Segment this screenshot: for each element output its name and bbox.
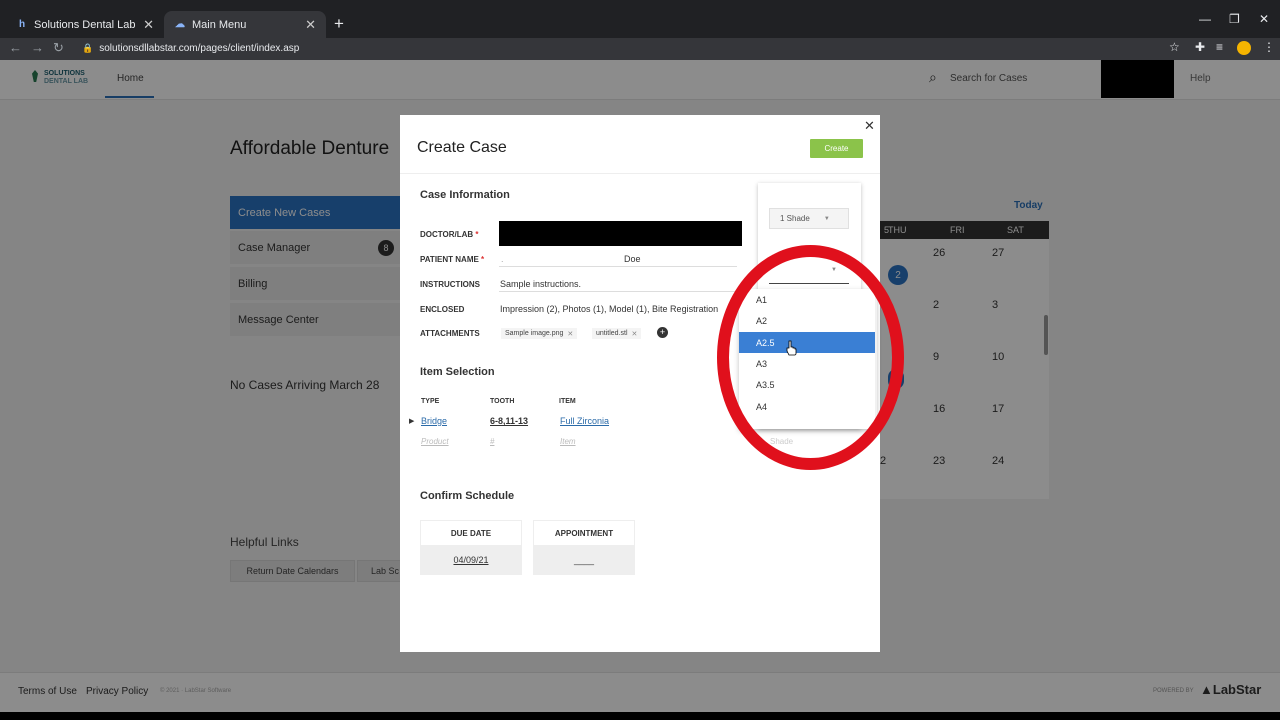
field-underline: [499, 266, 737, 267]
modal-title: Create Case: [417, 139, 507, 156]
attachments-label: ATTACHMENTS: [420, 329, 480, 338]
attachment-chip[interactable]: Sample image.png ✕: [501, 328, 578, 339]
bookmark-star-icon[interactable]: ☆: [1169, 40, 1180, 54]
forward-icon[interactable]: →: [31, 40, 44, 55]
browser-tab-strip: h Solutions Dental Lab ✕ ☁ Main Menu ✕ +…: [0, 0, 1280, 38]
profile-avatar[interactable]: [1237, 41, 1251, 55]
browser-tab-solutions-dental-lab[interactable]: h Solutions Dental Lab ✕: [6, 11, 164, 38]
doctor-lab-field-redacted[interactable]: [499, 221, 742, 246]
window-close-icon[interactable]: ✕: [1259, 12, 1269, 26]
tab-close-icon[interactable]: ✕: [143, 17, 154, 33]
shade-mode-select[interactable]: 1 Shade ▼: [769, 208, 849, 229]
shade-mode-value: 1 Shade: [780, 214, 810, 223]
new-tab-icon[interactable]: +: [334, 14, 344, 34]
url-text: solutionsdllabstar.com/pages/client/inde…: [99, 43, 300, 54]
back-icon[interactable]: ←: [9, 40, 22, 55]
cloud-favicon-icon: ☁: [175, 19, 185, 30]
column-tooth: TOOTH: [490, 398, 515, 405]
field-underline: [499, 291, 737, 292]
create-button[interactable]: Create: [810, 139, 863, 158]
attachment-chip[interactable]: untitled.stl ✕: [592, 328, 642, 339]
enclosed-label: ENCLOSED: [420, 305, 465, 314]
item-placeholder[interactable]: Item: [560, 437, 576, 446]
patient-name-label: PATIENT NAME *: [420, 255, 485, 264]
column-type: TYPE: [421, 398, 440, 405]
item-selection-heading: Item Selection: [420, 366, 495, 378]
tab-title: Solutions Dental Lab: [34, 18, 136, 31]
instructions-input[interactable]: Sample instructions.: [500, 279, 581, 289]
instructions-label: INSTRUCTIONS: [420, 280, 480, 289]
restore-icon[interactable]: ❐: [1229, 12, 1240, 26]
add-attachment-icon[interactable]: +: [657, 327, 668, 338]
column-item: ITEM: [559, 398, 576, 405]
item-tooth-link[interactable]: 6-8,11-13: [490, 416, 528, 426]
screen: h Solutions Dental Lab ✕ ☁ Main Menu ✕ +…: [0, 0, 1280, 712]
browser-tab-main-menu[interactable]: ☁ Main Menu ✕: [164, 11, 326, 38]
confirm-schedule-heading: Confirm Schedule: [420, 490, 515, 502]
attachment-name: untitled.stl: [596, 330, 628, 337]
tab-close-icon[interactable]: ✕: [305, 17, 316, 33]
reload-icon[interactable]: ↻: [53, 40, 64, 56]
patient-first-name-input[interactable]: .: [501, 254, 504, 264]
attachment-name: Sample image.png: [505, 330, 564, 337]
item-type-link[interactable]: Bridge: [421, 416, 447, 426]
item-name-link[interactable]: Full Zirconia: [560, 416, 609, 426]
remove-attachment-icon[interactable]: ✕: [567, 330, 573, 338]
minimize-icon[interactable]: —: [1199, 12, 1211, 26]
appointment-box[interactable]: APPOINTMENT ____: [533, 520, 635, 575]
product-placeholder[interactable]: Product: [421, 437, 449, 446]
labstar-favicon-icon: h: [18, 19, 26, 30]
close-icon[interactable]: ✕: [864, 118, 875, 134]
media-icon[interactable]: ≡: [1216, 40, 1223, 54]
annotation-circle: [717, 245, 904, 470]
appointment-label: APPOINTMENT: [534, 521, 634, 545]
doctor-lab-label: DOCTOR/LAB *: [420, 230, 479, 239]
due-date-value[interactable]: 04/09/21: [421, 545, 521, 574]
divider: [400, 173, 880, 174]
tab-title: Main Menu: [192, 18, 247, 31]
lock-icon: 🔒: [82, 43, 94, 53]
due-date-label: DUE DATE: [421, 521, 521, 545]
due-date-box[interactable]: DUE DATE 04/09/21: [420, 520, 522, 575]
patient-last-name-input[interactable]: Doe: [624, 254, 641, 264]
enclosed-value[interactable]: Impression (2), Photos (1), Model (1), B…: [500, 304, 725, 314]
case-information-heading: Case Information: [420, 189, 510, 201]
expand-row-icon[interactable]: ▶: [409, 417, 414, 425]
appointment-value[interactable]: ____: [534, 545, 634, 574]
chevron-down-icon: ▼: [823, 215, 830, 222]
tooth-placeholder[interactable]: #: [490, 437, 494, 446]
remove-attachment-icon[interactable]: ✕: [632, 330, 638, 338]
address-bar[interactable]: 🔒 solutionsdllabstar.com/pages/client/in…: [74, 40, 1194, 57]
menu-kebab-icon[interactable]: ⋮: [1263, 40, 1275, 54]
extensions-icon[interactable]: ✚: [1195, 40, 1205, 54]
hand-cursor-icon: [786, 340, 797, 356]
